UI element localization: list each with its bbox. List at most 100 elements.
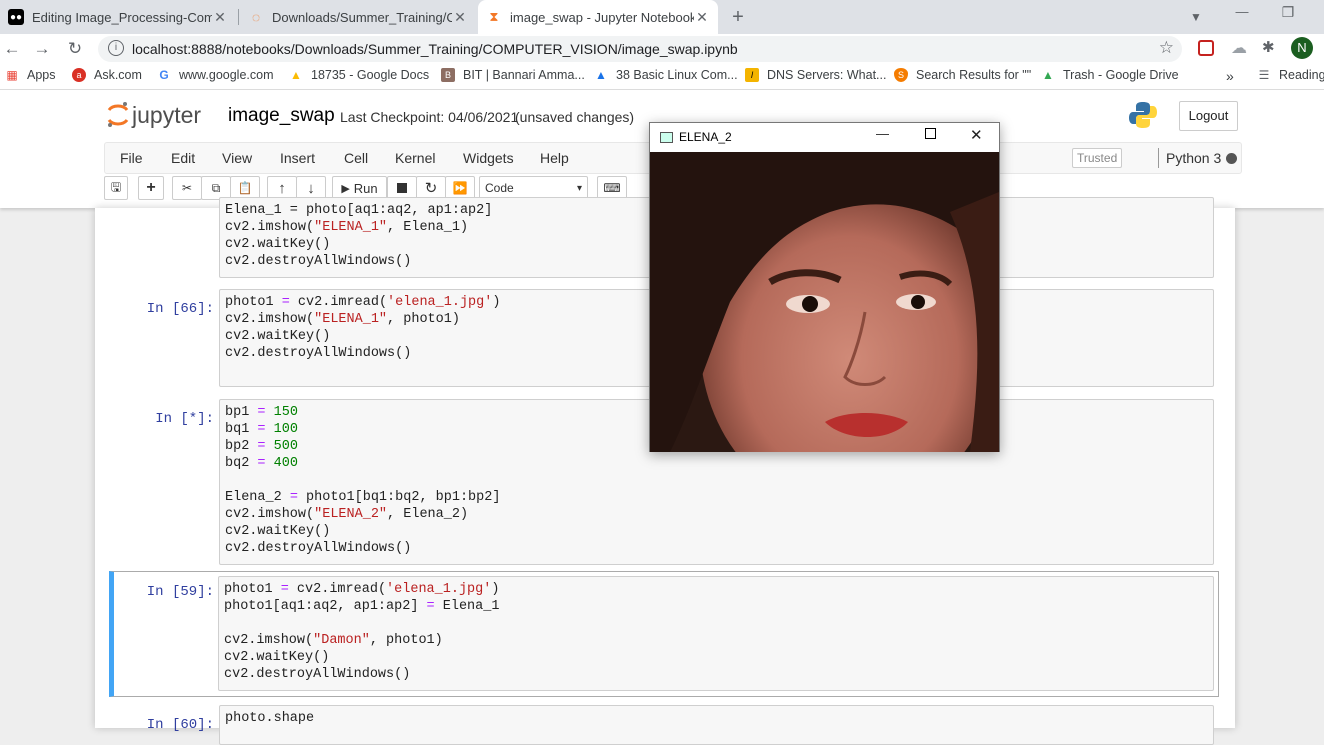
reload-icon[interactable]: ↻ bbox=[63, 37, 87, 61]
code-token: = bbox=[289, 490, 298, 505]
bookmark-label: BIT | Bannari Amma... bbox=[463, 68, 585, 82]
restore-icon[interactable]: ❐ bbox=[1276, 0, 1300, 24]
tab-label: Editing Image_Processing-Comp bbox=[32, 9, 212, 25]
bookmark-linux[interactable]: ▲ 38 Basic Linux Com... bbox=[594, 68, 738, 82]
code-token: cv2.imshow( bbox=[225, 507, 315, 522]
code-token: = bbox=[280, 582, 289, 597]
medium-icon: ●● bbox=[8, 9, 24, 25]
menu-view[interactable]: View bbox=[222, 150, 252, 166]
bookmark-dns[interactable]: l DNS Servers: What... bbox=[745, 68, 886, 82]
l-icon: l bbox=[745, 68, 759, 82]
jupyter-logo[interactable]: jupyter bbox=[106, 100, 201, 130]
trusted-badge[interactable]: Trusted bbox=[1072, 148, 1123, 168]
kernel-divider bbox=[1158, 148, 1159, 168]
profile-avatar[interactable]: N bbox=[1291, 37, 1313, 59]
browser-tab-active[interactable]: ⧗ image_swap - Jupyter Notebook ✕ bbox=[478, 0, 718, 34]
more-bookmarks-icon[interactable]: » bbox=[1226, 68, 1234, 84]
code-token: cv2.waitKey() bbox=[225, 237, 331, 252]
menu-cell[interactable]: Cell bbox=[344, 150, 368, 166]
code-token: = bbox=[257, 405, 266, 420]
code-token: , photo1) bbox=[387, 312, 460, 327]
kernel-name[interactable]: Python 3 bbox=[1166, 150, 1221, 166]
menu-edit[interactable]: Edit bbox=[171, 150, 195, 166]
window-maximize-icon[interactable] bbox=[925, 128, 936, 139]
code-cell[interactable]: In [60]: photo.shape bbox=[109, 704, 1219, 745]
code-input[interactable]: photo.shape bbox=[219, 705, 1214, 745]
code-token: cv2.imread( bbox=[288, 582, 387, 597]
opencv-window[interactable]: ELENA_2 — ✕ bbox=[649, 122, 1000, 452]
ask-icon: a bbox=[72, 68, 86, 82]
checkpoint-text: Last Checkpoint: 04/06/2021 bbox=[340, 109, 519, 125]
kernel-busy-icon bbox=[1226, 153, 1237, 164]
bookmarks-bar: ▦ Apps a Ask.com G www.google.com ▲ 1873… bbox=[0, 64, 1324, 90]
run-label: Run bbox=[353, 180, 378, 196]
menu-insert[interactable]: Insert bbox=[280, 150, 315, 166]
window-title: ELENA_2 bbox=[679, 130, 732, 144]
menu-help[interactable]: Help bbox=[540, 150, 569, 166]
code-line: cv2.waitKey() bbox=[224, 649, 1208, 666]
close-icon[interactable]: ✕ bbox=[212, 9, 228, 26]
bookmark-bit[interactable]: B BIT | Bannari Amma... bbox=[441, 68, 585, 82]
bookmark-label: Search Results for "" bbox=[916, 68, 1032, 82]
code-token: photo1 bbox=[224, 582, 281, 597]
bookmark-google[interactable]: G www.google.com bbox=[157, 68, 273, 82]
star-icon[interactable]: ☆ bbox=[1159, 38, 1174, 58]
close-icon[interactable]: ✕ bbox=[694, 9, 710, 26]
new-tab-icon[interactable]: + bbox=[726, 5, 750, 29]
code-token: = bbox=[257, 456, 266, 471]
code-token: "ELENA_1" bbox=[314, 220, 388, 235]
browser-tab-bar: ●● Editing Image_Processing-Comp ✕ ◌ Dow… bbox=[0, 0, 1324, 34]
info-icon[interactable]: i bbox=[108, 40, 124, 56]
menu-widgets[interactable]: Widgets bbox=[463, 150, 514, 166]
bookmark-label: 38 Basic Linux Com... bbox=[616, 68, 738, 82]
jupyter-logo-text: jupyter bbox=[132, 101, 202, 128]
code-token: , Elena_2) bbox=[387, 507, 469, 522]
bookmark-ask[interactable]: a Ask.com bbox=[72, 68, 142, 82]
code-cell-selected[interactable]: In [59]: photo1 = cv2.imread('elena_1.jp… bbox=[109, 571, 1219, 697]
menu-file[interactable]: File bbox=[120, 150, 143, 166]
code-token: cv2.imread( bbox=[289, 295, 388, 310]
back-icon[interactable]: ← bbox=[0, 37, 24, 61]
cloud-icon[interactable]: ☁ bbox=[1231, 38, 1247, 58]
reading-list-icon: ☰ bbox=[1258, 68, 1270, 82]
address-bar[interactable]: i localhost:8888/notebooks/Downloads/Sum… bbox=[98, 36, 1182, 62]
minimize-icon[interactable]: — bbox=[1230, 0, 1254, 24]
code-token: cv2.imshow( bbox=[225, 312, 315, 327]
code-token: 100 bbox=[273, 422, 298, 437]
browser-tab[interactable]: ◌ Downloads/Summer_Training/CO ✕ bbox=[240, 0, 476, 34]
menu-kernel[interactable]: Kernel bbox=[395, 150, 435, 166]
code-token: cv2.destroyAllWindows() bbox=[225, 254, 412, 269]
logout-button[interactable]: Logout bbox=[1179, 101, 1238, 131]
bookmark-search[interactable]: S Search Results for "" bbox=[894, 68, 1031, 82]
extension-icon[interactable] bbox=[1198, 40, 1214, 56]
close-icon[interactable]: ✕ bbox=[452, 9, 468, 26]
code-line: photo1[aq1:aq2, ap1:ap2] = Elena_1 bbox=[224, 598, 1208, 615]
code-line: cv2.imshow("Damon", photo1) bbox=[224, 632, 1208, 649]
bookmark-trash[interactable]: ▲ Trash - Google Drive bbox=[1041, 68, 1179, 82]
cell-prompt: In [60]: bbox=[146, 717, 214, 733]
bookmark-apps[interactable]: ▦ Apps bbox=[5, 68, 56, 82]
puzzle-icon[interactable]: ✱ bbox=[1262, 38, 1275, 56]
notebook-name[interactable]: image_swap bbox=[228, 105, 335, 127]
browser-toolbar: ← → ↻ i localhost:8888/notebooks/Downloa… bbox=[0, 34, 1324, 64]
cell-prompt: In [*]: bbox=[155, 411, 214, 427]
code-line: cv2.destroyAllWindows() bbox=[225, 540, 1208, 557]
code-token: = bbox=[281, 295, 290, 310]
code-token: cv2.destroyAllWindows() bbox=[224, 667, 411, 682]
reading-list[interactable]: ☰ Reading bbox=[1257, 68, 1324, 82]
forward-icon[interactable]: → bbox=[30, 37, 54, 61]
code-input[interactable]: photo1 = cv2.imread('elena_1.jpg') photo1… bbox=[218, 576, 1214, 691]
apps-grid-icon: ▦ bbox=[6, 68, 18, 82]
window-titlebar[interactable]: ELENA_2 — ✕ bbox=[650, 123, 999, 151]
code-token: 500 bbox=[273, 439, 298, 454]
window-minimize-icon[interactable]: — bbox=[876, 126, 889, 141]
code-token: cv2.waitKey() bbox=[225, 329, 331, 344]
tab-search-icon[interactable]: ▼ bbox=[1184, 5, 1208, 29]
bookmark-docs[interactable]: ▲ 18735 - Google Docs bbox=[289, 68, 429, 82]
browser-tab[interactable]: ●● Editing Image_Processing-Comp ✕ bbox=[0, 0, 236, 34]
bookmark-label: Apps bbox=[27, 68, 56, 82]
copy-icon: ⧉ bbox=[211, 180, 221, 195]
code-token: cv2.waitKey() bbox=[225, 524, 331, 539]
window-close-icon[interactable]: ✕ bbox=[970, 126, 983, 144]
